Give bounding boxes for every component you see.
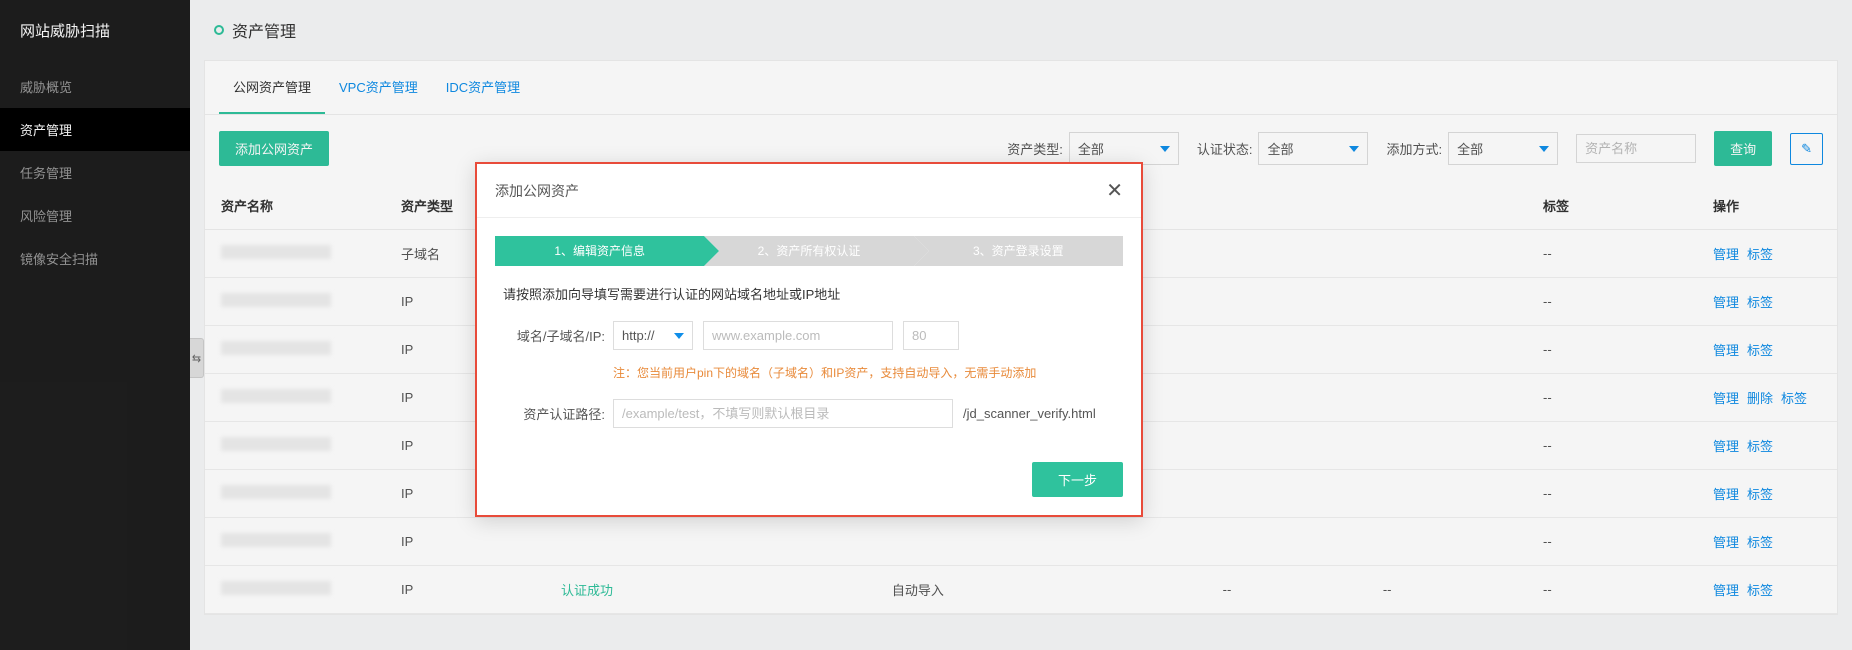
add-asset-modal: 添加公网资产 ✕ 1、编辑资产信息 2、资产所有权认证 3、资产登录设置 请按照…	[475, 162, 1143, 517]
step-2[interactable]: 2、资产所有权认证	[704, 236, 913, 266]
domain-input[interactable]	[703, 321, 893, 350]
protocol-select[interactable]: http://	[613, 321, 693, 350]
next-step-button[interactable]: 下一步	[1032, 462, 1123, 497]
modal-hint: 请按照添加向导填写需要进行认证的网站域名地址或IP地址	[503, 284, 1115, 303]
modal-title: 添加公网资产	[495, 181, 579, 201]
domain-field-label: 域名/子域名/IP:	[503, 326, 613, 345]
steps: 1、编辑资产信息 2、资产所有权认证 3、资产登录设置	[477, 218, 1141, 266]
step-1[interactable]: 1、编辑资产信息	[495, 236, 704, 266]
step-3[interactable]: 3、资产登录设置	[914, 236, 1123, 266]
protocol-value: http://	[622, 328, 655, 343]
cert-path-suffix: /jd_scanner_verify.html	[963, 406, 1096, 421]
chevron-down-icon	[674, 333, 684, 339]
cert-path-input[interactable]	[613, 399, 953, 428]
cert-path-label: 资产认证路径:	[503, 404, 613, 423]
warn-note: 注：您当前用户pin下的域名（子域名）和IP资产，支持自动导入，无需手动添加	[613, 364, 1115, 381]
close-icon[interactable]: ✕	[1106, 178, 1123, 203]
port-input[interactable]	[903, 321, 959, 350]
